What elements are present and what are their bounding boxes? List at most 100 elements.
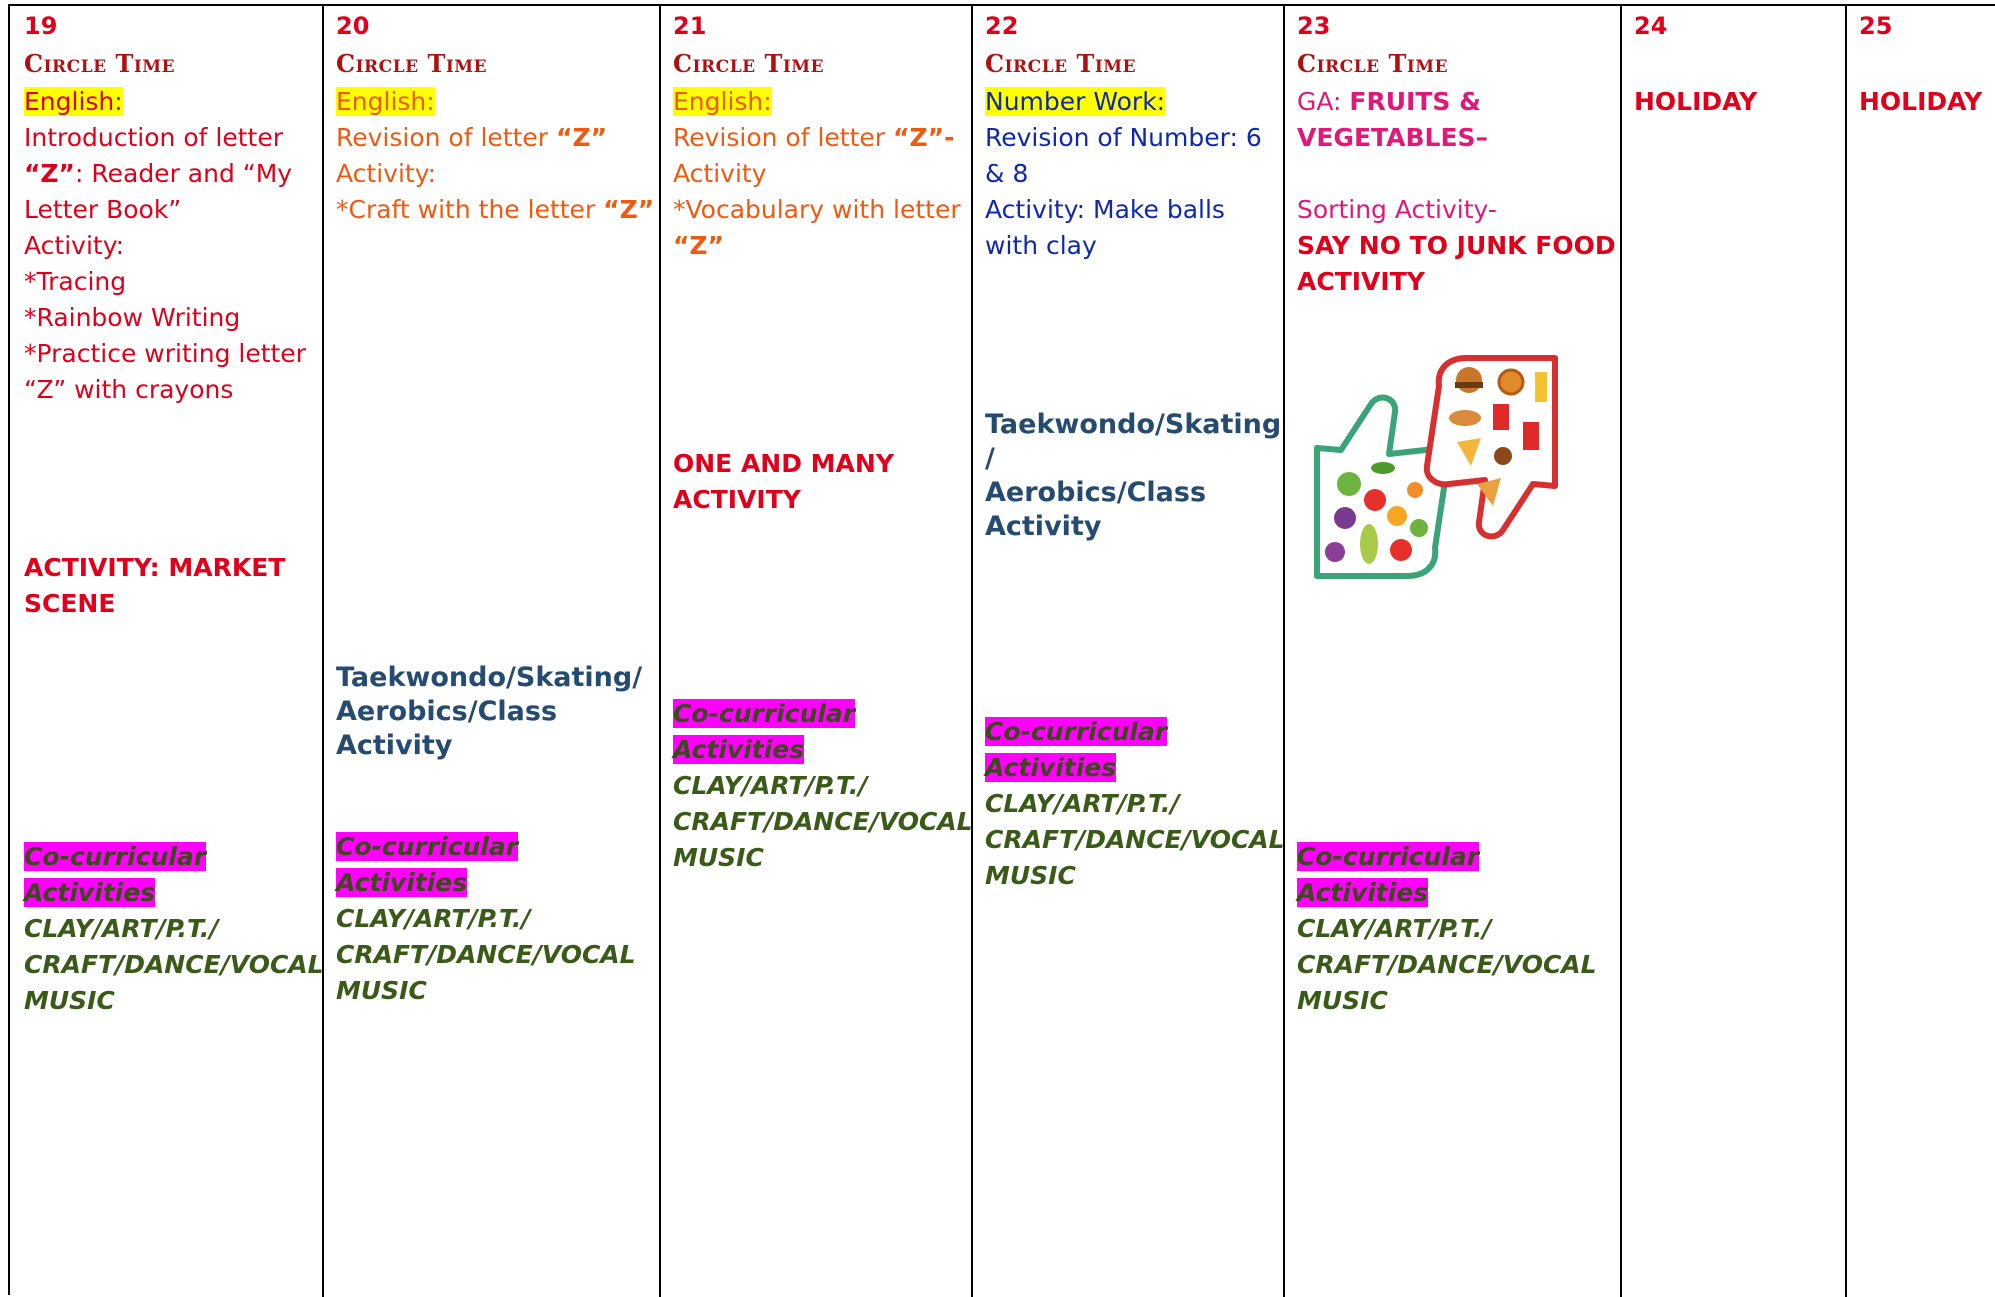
day-plan-text: English: Revision of letter “Z”- Activit…: [673, 84, 971, 264]
cocurricular-line: CLAY/ART/P.T./: [336, 904, 531, 933]
ga-topic: FRUITS &: [1349, 87, 1481, 116]
ga-topic: VEGETABLES–: [1297, 123, 1489, 152]
cocurricular-line: CLAY/ART/P.T./: [1297, 914, 1492, 943]
activity-note: ACTIVITY: MARKET SCENE: [24, 550, 319, 622]
sports-activity: Taekwondo/Skating / Aerobics/Class Activ…: [985, 408, 1281, 544]
day-column-24: 24 HOLIDAY: [1622, 6, 1847, 1297]
day-column-19: 19 Circle Time English: Introduction of …: [10, 6, 324, 1297]
plan-line-bold: “Z”: [556, 123, 608, 152]
date-number: 23: [1297, 12, 1331, 40]
subject-label: English:: [673, 87, 772, 116]
plan-line: *Craft with the letter: [336, 195, 604, 224]
cocurricular-line: CRAFT/DANCE/VOCAL: [336, 940, 636, 969]
holiday-label: HOLIDAY: [1859, 87, 1983, 116]
cocurricular-line: MUSIC: [336, 976, 427, 1005]
date-number: 25: [1859, 12, 1893, 40]
plan-line: Revision of letter: [673, 123, 894, 152]
cocurricular-line: CLAY/ART/P.T./: [673, 771, 868, 800]
cocurricular-block: Co-curricular Activities CLAY/ART/P.T./ …: [673, 696, 973, 876]
subject-label: English:: [336, 87, 435, 116]
healthy-vs-junk-food-thumbs-icon: [1297, 338, 1575, 594]
cocurricular-line: MUSIC: [985, 861, 1076, 890]
activity-line: ONE AND MANY: [673, 449, 894, 478]
ga-label: GA:: [1297, 87, 1350, 116]
date-number: 24: [1634, 12, 1668, 40]
cocurricular-line: CLAY/ART/P.T./: [24, 914, 219, 943]
plan-line: Revision of letter: [336, 123, 557, 152]
sports-line: Taekwondo/Skating/: [336, 662, 643, 693]
plan-line: Letter Book”: [24, 195, 182, 224]
plan-line: *Practice writing letter: [24, 339, 306, 368]
day-column-21: 21 Circle Time English: Revision of lett…: [661, 6, 973, 1297]
cocurricular-title: Co-curricular Activities: [24, 842, 207, 907]
cocurricular-line: MUSIC: [673, 843, 764, 872]
sports-activity: Taekwondo/Skating/ Aerobics/Class Activi…: [336, 661, 656, 763]
cocurricular-line: CRAFT/DANCE/VOCAL: [24, 950, 324, 979]
day-plan-text: GA: FRUITS & VEGETABLES– Sorting Activit…: [1297, 84, 1617, 300]
sports-line: Activity: [336, 730, 453, 761]
sports-line: Aerobics/Class: [985, 477, 1207, 508]
activity-note: ONE AND MANY ACTIVITY: [673, 446, 971, 518]
day-plan-text: Number Work: Revision of Number: 6 & 8 A…: [985, 84, 1281, 264]
calendar-week-grid: 19 Circle Time English: Introduction of …: [8, 4, 1995, 1297]
date-number: 20: [336, 12, 370, 40]
cocurricular-title: Co-curricular Activities: [336, 832, 519, 897]
cocurricular-block: Co-curricular Activities CLAY/ART/P.T./ …: [336, 829, 656, 1009]
subject-label: Number Work:: [985, 87, 1166, 116]
date-number: 21: [673, 12, 707, 40]
day-column-23: 23 Circle Time GA: FRUITS & VEGETABLES– …: [1285, 6, 1622, 1297]
cocurricular-line: CLAY/ART/P.T./: [985, 789, 1180, 818]
plan-line: *Rainbow Writing: [24, 303, 241, 332]
day-column-25: 25 HOLIDAY: [1847, 6, 1995, 1297]
circle-time-heading: Circle Time: [1297, 49, 1449, 78]
day-column-20: 20 Circle Time English: Revision of lett…: [324, 6, 661, 1297]
circle-time-heading: Circle Time: [985, 49, 1137, 78]
cocurricular-line: CRAFT/DANCE/VOCAL: [673, 807, 973, 836]
cocurricular-line: MUSIC: [1297, 986, 1388, 1015]
circle-time-heading: Circle Time: [24, 49, 176, 78]
holiday-label: HOLIDAY: [1634, 87, 1758, 116]
plan-line: Introduction of letter: [24, 123, 283, 152]
plan-line: Activity: [673, 159, 767, 188]
plan-line-bold: “Z”: [24, 159, 75, 188]
activity-line: SCENE: [24, 589, 116, 618]
cocurricular-line: MUSIC: [24, 986, 115, 1015]
activity-line: ACTIVITY: [673, 485, 801, 514]
cocurricular-block: Co-curricular Activities CLAY/ART/P.T./ …: [985, 714, 1285, 894]
cocurricular-title: Co-curricular Activities: [673, 699, 856, 764]
plan-line: Activity:: [336, 159, 437, 188]
circle-time-heading: Circle Time: [673, 49, 825, 78]
activity-line: SAY NO TO JUNK FOOD: [1297, 231, 1616, 260]
plan-line-bold: “Z”: [673, 231, 724, 260]
cocurricular-line: CRAFT/DANCE/VOCAL: [1297, 950, 1597, 979]
sorting-activity: Sorting Activity-: [1297, 195, 1497, 224]
activity-line: ACTIVITY: MARKET: [24, 553, 286, 582]
cocurricular-title: Co-curricular Activities: [1297, 842, 1480, 907]
day-plan-text: English: Revision of letter “Z” Activity…: [336, 84, 656, 228]
date-number: 22: [985, 12, 1019, 40]
cocurricular-block: Co-curricular Activities CLAY/ART/P.T./ …: [1297, 839, 1617, 1019]
sports-line: Activity: [985, 511, 1102, 542]
day-column-22: 22 Circle Time Number Work: Revision of …: [973, 6, 1285, 1297]
plan-line: with clay: [985, 231, 1097, 260]
activity-line: ACTIVITY: [1297, 267, 1425, 296]
plan-line: & 8: [985, 159, 1029, 188]
day-plan-text: English: Introduction of letter “Z”: Rea…: [24, 84, 319, 408]
sports-line: Aerobics/Class: [336, 696, 558, 727]
plan-line: *Tracing: [24, 267, 127, 296]
subject-label: English:: [24, 87, 123, 116]
plan-line: Activity:: [24, 231, 125, 260]
date-number: 19: [24, 12, 58, 40]
cocurricular-block: Co-curricular Activities CLAY/ART/P.T./ …: [24, 839, 324, 1019]
plan-line: : Reader and “My: [75, 159, 293, 188]
plan-line-bold: “Z”: [603, 195, 655, 224]
sports-line: /: [985, 443, 995, 474]
cocurricular-line: CRAFT/DANCE/VOCAL: [985, 825, 1285, 854]
plan-line: “Z” with crayons: [24, 375, 234, 404]
cocurricular-title: Co-curricular Activities: [985, 717, 1168, 782]
sports-line: Taekwondo/Skating: [985, 409, 1282, 440]
plan-line: Revision of Number: 6: [985, 123, 1262, 152]
plan-line-bold: “Z”-: [893, 123, 955, 152]
plan-line: *Vocabulary with letter: [673, 195, 961, 224]
plan-line: Activity: Make balls: [985, 195, 1225, 224]
